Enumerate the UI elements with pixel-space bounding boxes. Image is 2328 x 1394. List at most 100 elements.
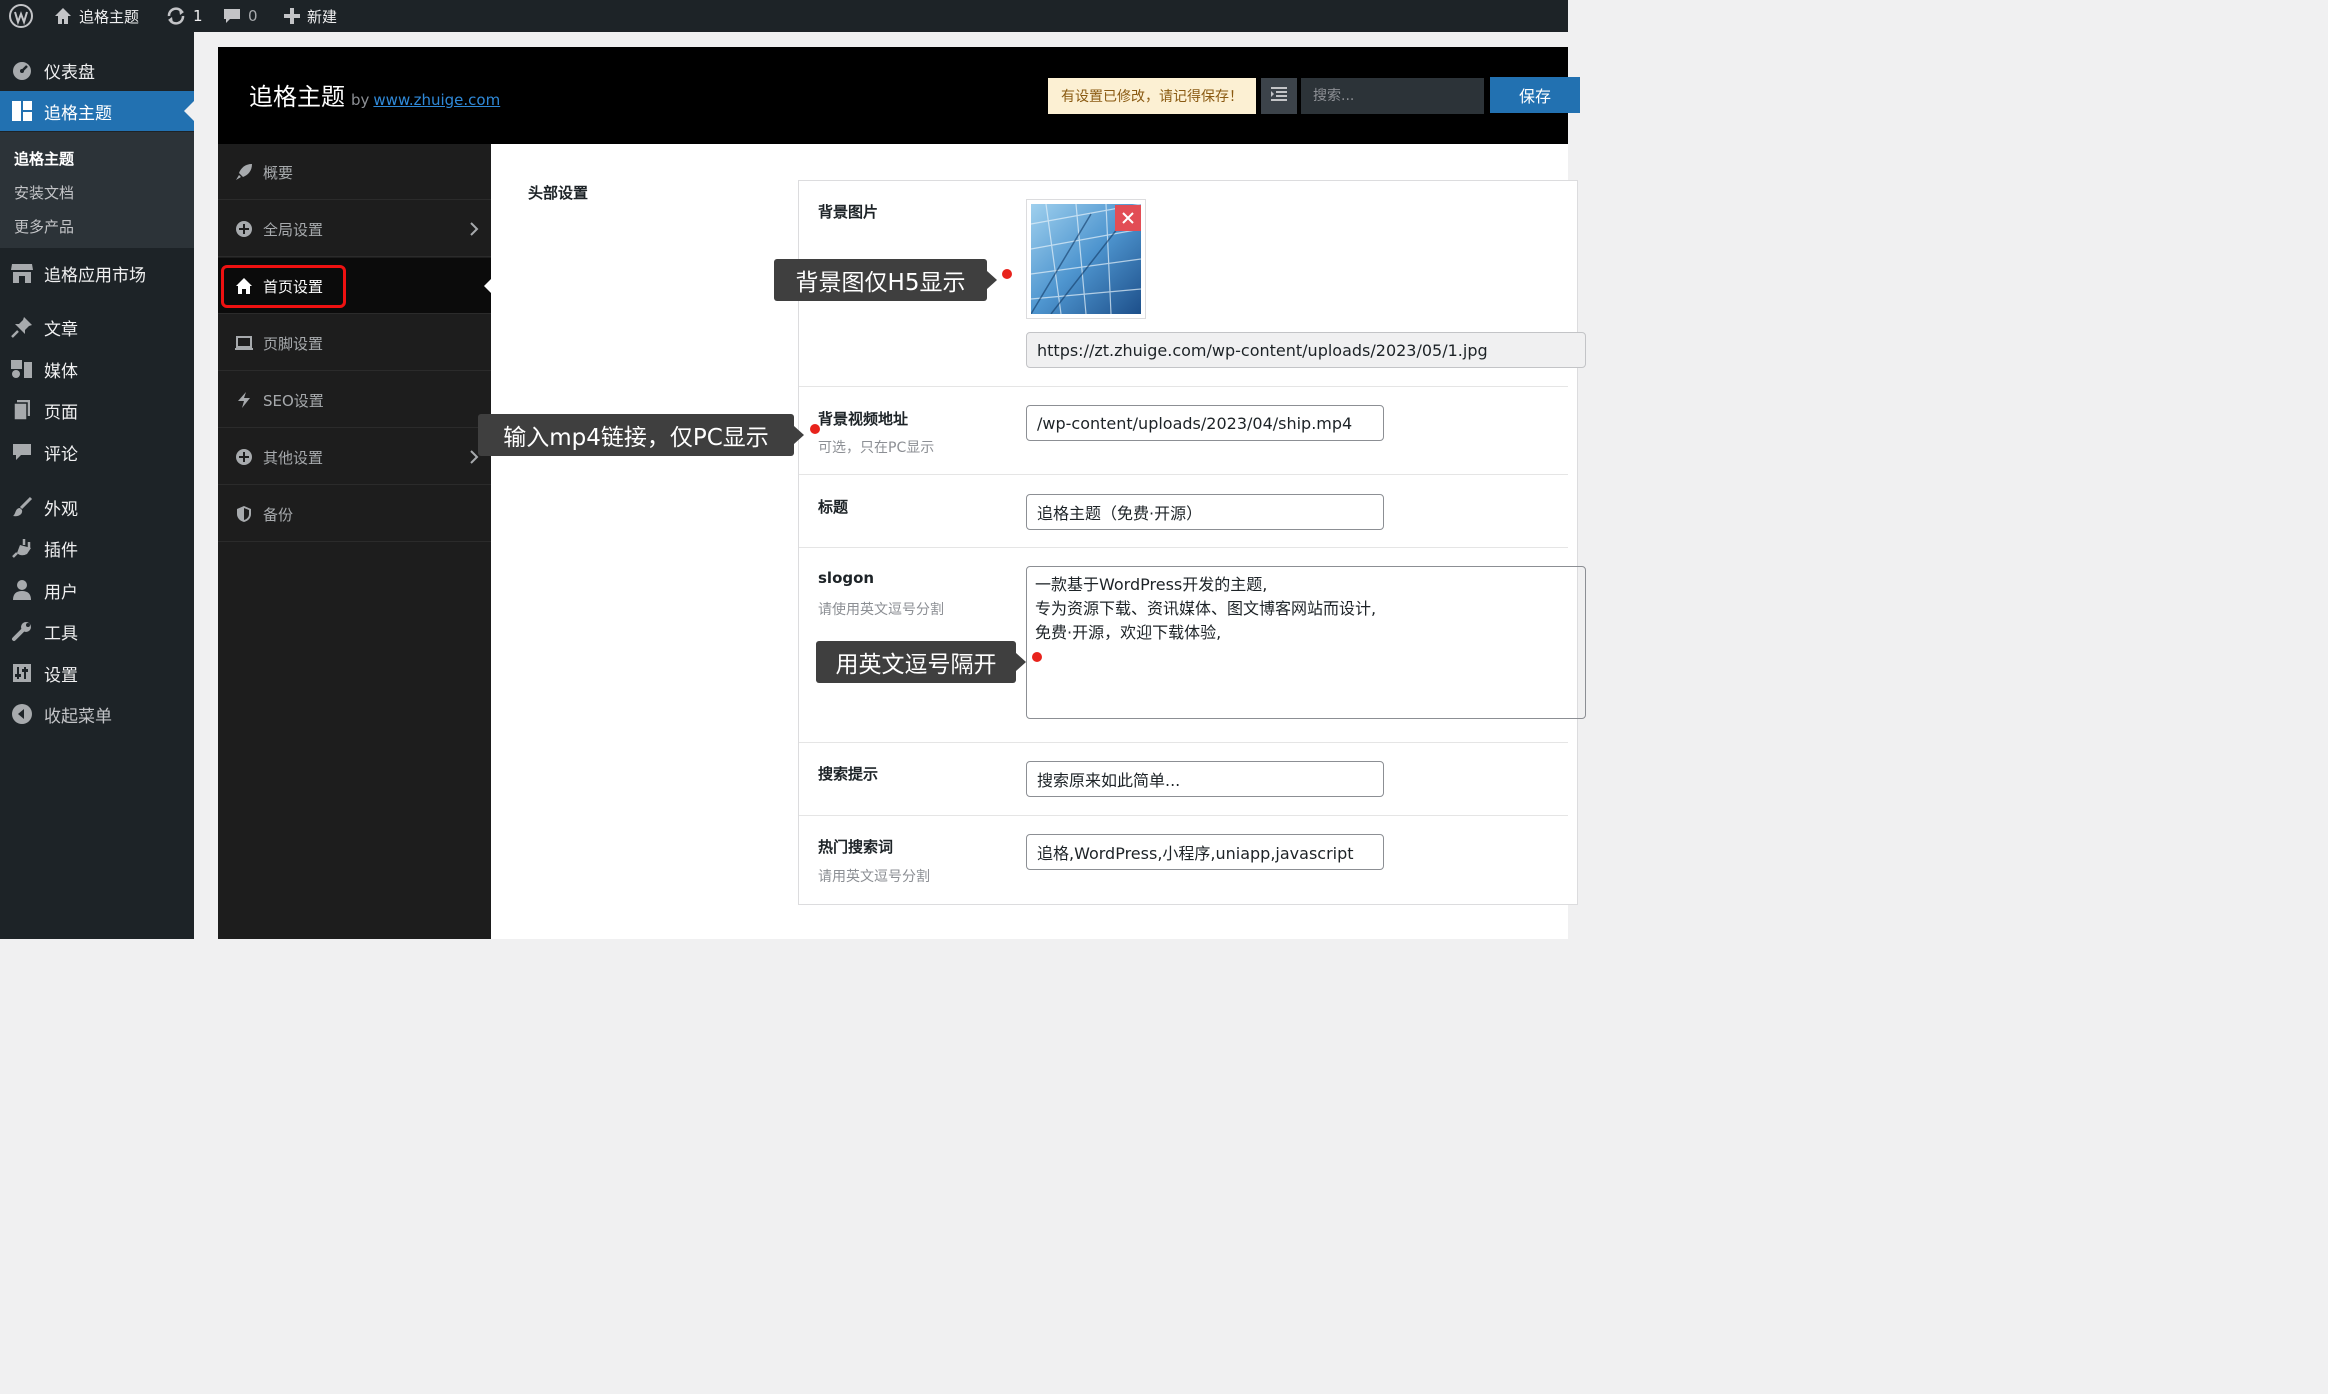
chevron-right-icon [469, 221, 479, 240]
menu-item-users[interactable]: 用户 [0, 570, 194, 610]
field-label-bg-video: 背景视频地址 [818, 410, 909, 428]
menu-label: 媒体 [44, 361, 78, 382]
menu-item-zhuige-theme[interactable]: 追格主题 [0, 91, 194, 131]
submenu-item-docs[interactable]: 安装文档 [14, 182, 74, 203]
rocket-icon [235, 163, 253, 181]
bg-image-url-field[interactable]: https://zt.zhuige.com/wp-content/uploads… [1026, 332, 1586, 368]
annotation-dot [810, 424, 820, 434]
site-name: 追格主题 [79, 7, 140, 26]
nav-label: 其他设置 [263, 449, 324, 467]
plus-circle-icon [235, 220, 253, 238]
site-home-link[interactable]: 追格主题 [53, 0, 139, 32]
wordpress-logo-icon[interactable] [8, 0, 34, 32]
theme-panel-nav: 概要 全局设置 首页设置 页脚设置 SEO设置 其他设置 备份 [218, 144, 491, 939]
menu-label: 用户 [44, 582, 78, 603]
nav-label: 概要 [263, 164, 294, 182]
section-title: 头部设置 [528, 184, 589, 202]
page-icon [10, 398, 34, 422]
nav-label: 全局设置 [263, 221, 324, 239]
admin-bar: 追格主题 1 0 新建 [0, 0, 1568, 32]
expand-all-button[interactable] [1261, 78, 1297, 114]
store-icon [10, 261, 34, 285]
plugin-icon [10, 536, 34, 560]
menu-label: 设置 [44, 665, 78, 686]
slogon-textarea[interactable]: 一款基于WordPress开发的主题, 专为资源下载、资讯媒体、图文博客网站而设… [1026, 566, 1586, 719]
submenu-item-theme[interactable]: 追格主题 [14, 148, 74, 169]
menu-item-tools[interactable]: 工具 [0, 611, 194, 651]
menu-item-media[interactable]: 媒体 [0, 349, 194, 389]
menu-label: 工具 [44, 623, 78, 644]
annotation-bg-image: 背景图仅H5显示 [774, 259, 997, 301]
new-label: 新建 [307, 7, 338, 26]
menu-label: 评论 [44, 444, 78, 465]
nav-label: 备份 [263, 506, 294, 524]
nav-item-footer-settings[interactable]: 页脚设置 [218, 315, 491, 371]
field-desc-hot-keywords: 请用英文逗号分割 [818, 869, 930, 885]
row-divider [799, 547, 1568, 548]
title-field[interactable]: 追格主题（免费·开源） [1026, 494, 1384, 530]
slogon-line: 一款基于WordPress开发的主题, [1035, 575, 1268, 594]
menu-item-dashboard[interactable]: 仪表盘 [0, 50, 194, 90]
menu-item-plugins[interactable]: 插件 [0, 528, 194, 568]
search-hint-field[interactable]: 搜索原来如此简单... [1026, 761, 1384, 797]
nav-item-overview[interactable]: 概要 [218, 144, 491, 200]
comments-count: 0 [248, 7, 258, 25]
comments-link[interactable]: 0 [222, 0, 258, 32]
updates-link[interactable]: 1 [165, 0, 203, 32]
hot-keywords-field[interactable]: 追格,WordPress,小程序,uniapp,javascript [1026, 834, 1384, 870]
field-label-slogon: slogon [818, 569, 875, 587]
menu-label: 页面 [44, 402, 78, 423]
plus-icon [283, 7, 301, 25]
annotation-bg-video: 输入mp4链接，仅PC显示 [478, 414, 804, 456]
remove-image-button[interactable] [1115, 205, 1141, 231]
plus-circle-icon [235, 448, 253, 466]
menu-item-app-market[interactable]: 追格应用市场 [0, 253, 194, 293]
menu-item-posts[interactable]: 文章 [0, 307, 194, 347]
search-input[interactable] [1301, 78, 1484, 114]
menu-label: 插件 [44, 540, 78, 561]
theme-brand: 追格主题 by www.zhuige.com [249, 77, 500, 112]
close-icon [1122, 209, 1134, 228]
field-label-title: 标题 [818, 498, 849, 516]
row-divider [799, 815, 1568, 816]
nav-item-global-settings[interactable]: 全局设置 [218, 201, 491, 257]
submenu-item-products[interactable]: 更多产品 [14, 216, 74, 237]
nav-item-other-settings[interactable]: 其他设置 [218, 429, 491, 485]
collapse-arrow-icon [10, 702, 34, 726]
indent-list-icon [1270, 86, 1288, 106]
annotation-slogon: 用英文逗号隔开 [816, 641, 1026, 683]
panel-title: 追格主题 [249, 83, 345, 111]
highlight-box [221, 265, 346, 308]
field-desc-slogon: 请使用英文逗号分割 [818, 602, 944, 618]
nav-item-backup[interactable]: 备份 [218, 486, 491, 542]
refresh-icon [165, 6, 187, 26]
unsaved-notice: 有设置已修改，请记得保存！ [1048, 78, 1256, 114]
wrench-icon [10, 619, 34, 643]
comment-icon [10, 440, 34, 464]
field-label-search-hint: 搜索提示 [818, 765, 879, 783]
settings-sliders-icon [10, 661, 34, 685]
lightning-icon [235, 391, 253, 409]
menu-label: 追格主题 [44, 103, 112, 124]
collapse-menu-button[interactable]: 收起菜单 [0, 694, 194, 734]
annotation-dot [1002, 269, 1012, 279]
menu-item-pages[interactable]: 页面 [0, 390, 194, 430]
brand-link[interactable]: www.zhuige.com [373, 91, 500, 109]
theme-submenu: 追格主题 安装文档 更多产品 [0, 132, 194, 248]
new-content-link[interactable]: 新建 [283, 0, 337, 32]
bg-video-url-field[interactable]: /wp-content/uploads/2023/04/ship.mp4 [1026, 405, 1384, 441]
menu-item-comments[interactable]: 评论 [0, 432, 194, 472]
menu-item-settings[interactable]: 设置 [0, 653, 194, 693]
field-label-hot-keywords: 热门搜索词 [818, 838, 894, 856]
nav-item-seo-settings[interactable]: SEO设置 [218, 372, 491, 428]
menu-item-appearance[interactable]: 外观 [0, 487, 194, 527]
updates-count: 1 [193, 7, 203, 25]
menu-label: 仪表盘 [44, 62, 95, 83]
home-icon [53, 6, 73, 26]
row-divider [799, 474, 1568, 475]
media-icon [10, 357, 34, 381]
admin-menu: 仪表盘 追格主题 追格主题 安装文档 更多产品 追格应用市场 文章 媒体 页面 [0, 32, 194, 939]
save-button[interactable]: 保存 [1490, 77, 1580, 113]
theme-panel-header: 追格主题 bywww.zhuige.com 有设置已修改，请记得保存！ 保存 [218, 47, 1580, 144]
menu-label: 收起菜单 [44, 706, 112, 727]
